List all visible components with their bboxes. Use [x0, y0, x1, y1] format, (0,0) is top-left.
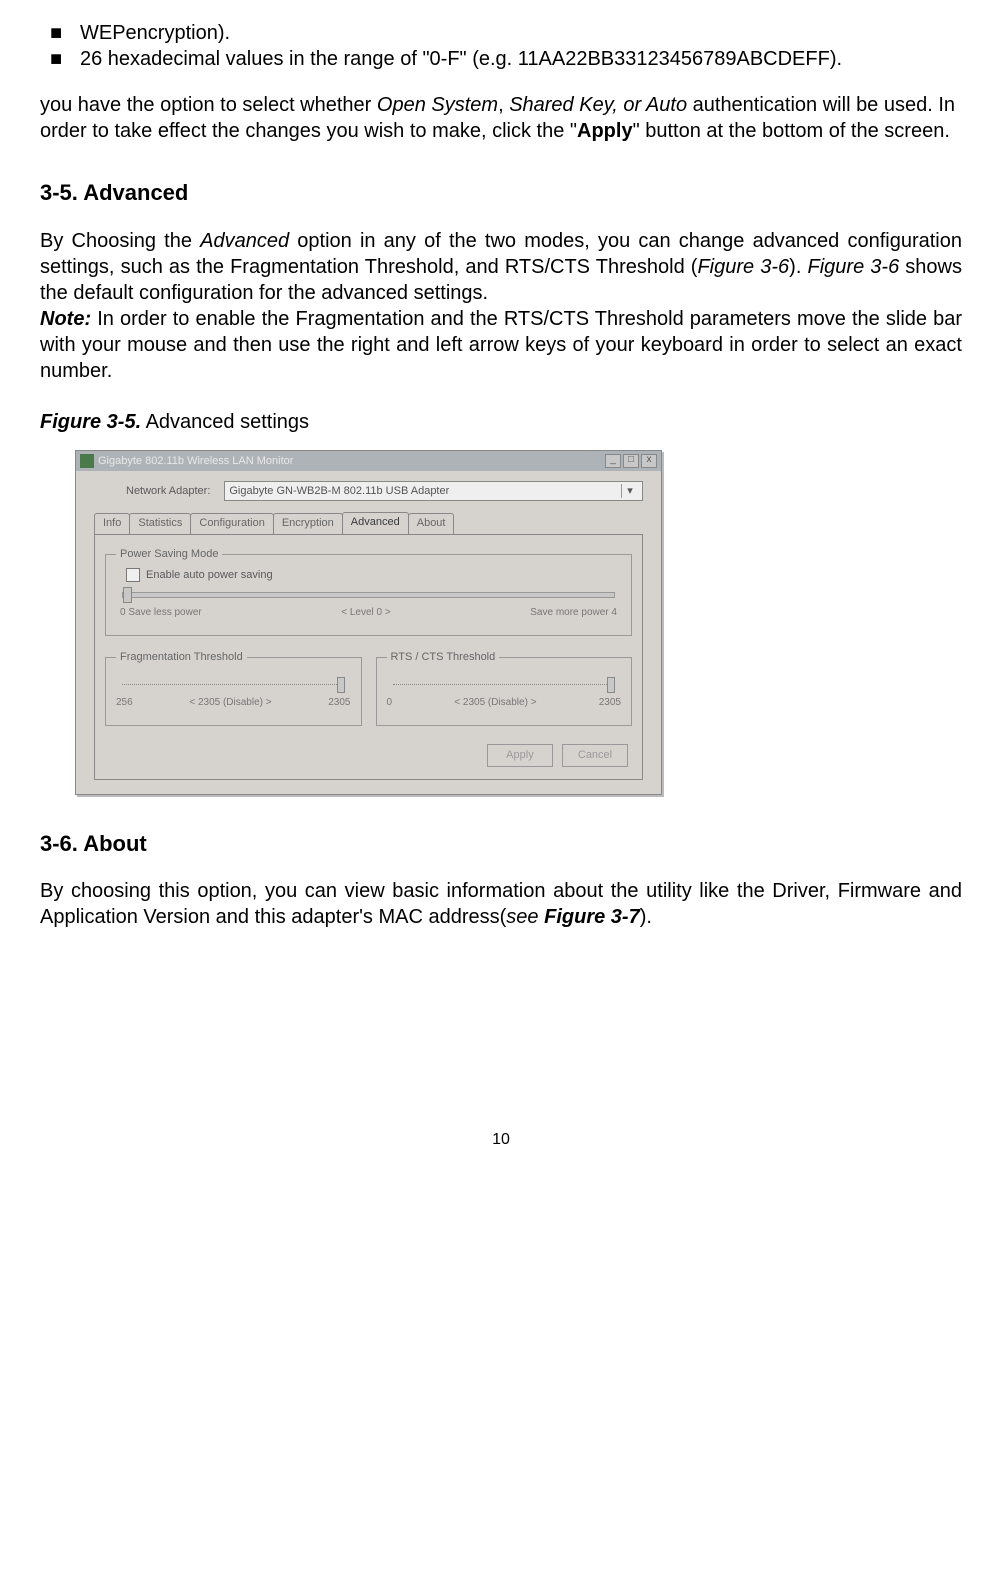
psm-scale-left: 0 Save less power	[120, 606, 202, 619]
auth-paragraph: you have the option to select whether Op…	[40, 92, 962, 144]
hex-values-text: 26 hexadecimal values in the range of "0…	[80, 48, 842, 70]
rts-mid: < 2305 (Disable) >	[454, 696, 536, 709]
window-title: Gigabyte 802.11b Wireless LAN Monitor	[98, 454, 293, 468]
button-row: Apply Cancel	[105, 738, 632, 768]
psm-legend: Power Saving Mode	[116, 547, 222, 561]
advanced-panel: Power Saving Mode Enable auto power savi…	[94, 534, 643, 779]
tab-about[interactable]: About	[408, 513, 455, 534]
tab-info[interactable]: Info	[94, 513, 130, 534]
psm-scale: 0 Save less power < Level 0 > Save more …	[120, 606, 617, 619]
threshold-row: Fragmentation Threshold 256 < 2305 (Disa…	[105, 648, 632, 738]
app-icon	[80, 454, 94, 468]
tab-encryption[interactable]: Encryption	[273, 513, 343, 534]
hex-values-bullet: 26 hexadecimal values in the range of "0…	[80, 46, 962, 72]
frag-slider[interactable]	[122, 684, 345, 686]
section-3-5-heading: 3-5. Advanced	[40, 179, 962, 208]
psm-slider-thumb[interactable]	[123, 587, 132, 603]
psm-slider[interactable]	[122, 592, 615, 598]
close-button[interactable]: x	[641, 454, 657, 468]
wep-frag-text: WEPencryption).	[80, 22, 230, 44]
power-saving-group: Power Saving Mode Enable auto power savi…	[105, 547, 632, 636]
adapter-dropdown[interactable]: Gigabyte GN-WB2B-M 802.11b USB Adapter ▾	[224, 481, 643, 501]
adv-italic-2: Figure 3-6	[697, 256, 789, 278]
frag-mid: < 2305 (Disable) >	[189, 696, 271, 709]
tab-advanced[interactable]: Advanced	[342, 512, 409, 533]
figcap-text: Advanced settings	[141, 411, 309, 433]
adv-seg-a: By Choosing the	[40, 230, 200, 252]
psm-checkbox-row: Enable auto power saving	[116, 568, 621, 582]
adv-seg-c: ).	[789, 256, 807, 278]
auth-seg-d: " button at the bottom of the screen.	[633, 120, 950, 142]
section-3-6-heading: 3-6. About	[40, 830, 962, 859]
about-seg-a: By choosing this option, you can view ba…	[40, 880, 962, 928]
wep-frag-continuation: WEPencryption).	[80, 20, 962, 46]
figure-3-5-caption: Figure 3-5. Advanced settings	[40, 409, 962, 435]
auth-italic-1: Open System	[377, 94, 498, 116]
wlan-monitor-window: Gigabyte 802.11b Wireless LAN Monitor _ …	[75, 450, 662, 795]
rts-max: 2305	[599, 696, 621, 709]
psm-checkbox[interactable]	[126, 568, 140, 582]
chevron-down-icon: ▾	[621, 484, 638, 498]
adapter-selected: Gigabyte GN-WB2B-M 802.11b USB Adapter	[229, 484, 449, 498]
rts-legend: RTS / CTS Threshold	[387, 650, 500, 664]
adv-italic-1: Advanced	[200, 230, 289, 252]
rts-slider[interactable]	[393, 684, 616, 686]
figcap-label: Figure 3-5.	[40, 411, 141, 433]
auth-italic-2: Shared Key, or Auto	[509, 94, 687, 116]
auth-seg-b: ,	[498, 94, 509, 116]
tab-statistics[interactable]: Statistics	[129, 513, 191, 534]
minimize-button[interactable]: _	[605, 454, 621, 468]
frag-slider-thumb[interactable]	[337, 677, 345, 693]
frag-max: 2305	[328, 696, 350, 709]
auth-apply-bold: Apply	[577, 120, 633, 142]
fragmentation-group: Fragmentation Threshold 256 < 2305 (Disa…	[105, 650, 362, 726]
note-label: Note:	[40, 308, 91, 330]
about-italic: see	[506, 906, 544, 928]
psm-checkbox-label: Enable auto power saving	[146, 568, 273, 582]
adapter-label: Network Adapter:	[126, 484, 210, 498]
about-seg-b: ).	[640, 906, 652, 928]
wep-list: WEPencryption). 26 hexadecimal values in…	[40, 20, 962, 72]
maximize-button[interactable]: □	[623, 454, 639, 468]
titlebar-buttons: _ □ x	[605, 454, 657, 468]
page-number: 10	[40, 1130, 962, 1151]
about-figref: Figure 3-7	[544, 906, 640, 928]
psm-scale-right: Save more power 4	[530, 606, 617, 619]
frag-scale: 256 < 2305 (Disable) > 2305	[116, 696, 351, 709]
advanced-paragraph: By Choosing the Advanced option in any o…	[40, 228, 962, 384]
note-body: In order to enable the Fragmentation and…	[40, 308, 962, 382]
auth-seg-a: you have the option to select whether	[40, 94, 377, 116]
rts-slider-thumb[interactable]	[607, 677, 615, 693]
titlebar: Gigabyte 802.11b Wireless LAN Monitor _ …	[76, 451, 661, 471]
adv-italic-3: Figure 3-6	[808, 256, 900, 278]
rts-min: 0	[387, 696, 393, 709]
frag-legend: Fragmentation Threshold	[116, 650, 247, 664]
apply-button[interactable]: Apply	[487, 744, 553, 766]
tab-strip: Info Statistics Configuration Encryption…	[76, 507, 661, 534]
psm-scale-mid: < Level 0 >	[341, 606, 390, 619]
frag-min: 256	[116, 696, 133, 709]
tab-configuration[interactable]: Configuration	[190, 513, 273, 534]
cancel-button[interactable]: Cancel	[562, 744, 628, 766]
adapter-row: Network Adapter: Gigabyte GN-WB2B-M 802.…	[76, 471, 661, 507]
about-paragraph: By choosing this option, you can view ba…	[40, 878, 962, 930]
rts-scale: 0 < 2305 (Disable) > 2305	[387, 696, 622, 709]
rts-cts-group: RTS / CTS Threshold 0 < 2305 (Disable) >…	[376, 650, 633, 726]
